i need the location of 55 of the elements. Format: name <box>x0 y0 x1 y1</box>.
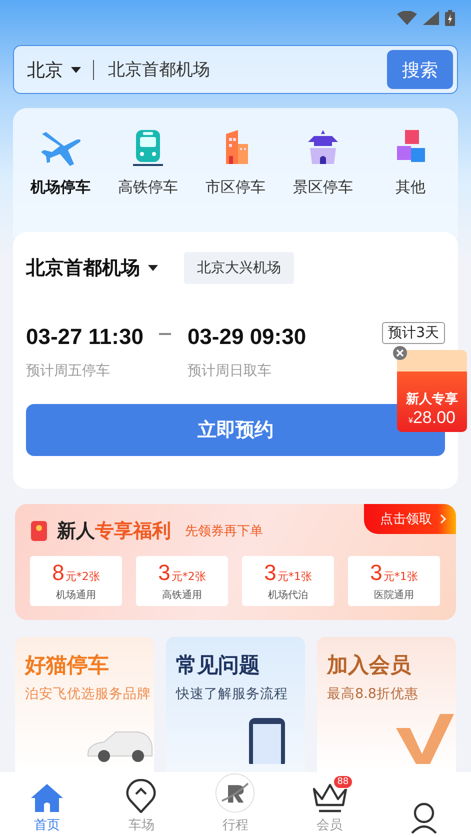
count-badge: 88 <box>333 775 353 789</box>
person-icon <box>408 802 439 834</box>
battery-icon <box>445 10 455 26</box>
park-time[interactable]: 03-27 11:30 <box>26 324 144 350</box>
coupon-value: 3 元*1张 <box>264 560 312 586</box>
caret-icon <box>148 265 158 271</box>
nav-tab[interactable]: 首页 <box>12 777 82 834</box>
search-field[interactable]: 北京首都机场 <box>106 58 379 80</box>
welfare-subtitle: 先领券再下单 <box>185 523 263 540</box>
coupon-scope: 医院通用 <box>374 588 414 602</box>
coupon-scope: 高铁通用 <box>162 588 202 602</box>
location-pin-icon <box>126 779 156 813</box>
dropdown-caret-icon <box>71 66 81 72</box>
coupon-scope: 机场代泊 <box>268 588 308 602</box>
chevron-right-icon <box>440 514 446 524</box>
coupon-value: 3 元*1张 <box>370 560 418 586</box>
card-subtitle: 最高8.8折优惠 <box>327 685 420 703</box>
airport-option[interactable]: 北京大兴机场 <box>184 252 294 284</box>
category-tab[interactable]: 机场停车 <box>18 128 103 197</box>
park-hint: 预计周五停车 <box>26 362 111 380</box>
dash-line <box>159 333 172 334</box>
coupon-value: 8 元*2张 <box>52 560 100 586</box>
coupon-card[interactable]: 8 元*2张 机场通用 <box>30 556 122 606</box>
category-tab[interactable]: 市区停车 <box>193 128 278 197</box>
coupon-card[interactable]: 3 元*1张 机场代泊 <box>242 556 334 606</box>
home-icon <box>30 783 64 813</box>
airport-selector[interactable]: 北京首都机场 <box>26 255 158 281</box>
promo-card[interactable]: 常见问题 快速了解服务流程 <box>166 637 305 772</box>
coupon-card[interactable]: 3 元*1张 医院通用 <box>348 556 440 606</box>
search-button[interactable]: 搜索 <box>387 50 453 89</box>
coupon-card[interactable]: 3 元*2张 高铁通用 <box>136 556 228 606</box>
coupon-value: 3 元*2张 <box>158 560 206 586</box>
coupon-scope: 机场通用 <box>56 588 96 602</box>
wifi-icon <box>397 11 417 25</box>
city-selector[interactable]: 北京 <box>27 58 63 82</box>
category-tab[interactable]: 景区停车 <box>280 128 365 197</box>
category-tab[interactable]: 其他 <box>368 128 452 197</box>
signal-icon <box>423 11 439 25</box>
welfare-title: 新人专享福利 <box>57 519 171 544</box>
card-title: 加入会员 <box>327 652 412 679</box>
card-subtitle: 泊安飞优选服务品牌 <box>25 685 152 703</box>
duration-tag: 预计3天 <box>382 322 445 344</box>
claim-button[interactable]: 点击领取 <box>364 504 456 534</box>
close-icon[interactable] <box>393 346 407 360</box>
card-title: 好猫停车 <box>25 652 110 679</box>
pickup-time[interactable]: 03-29 09:30 <box>187 324 306 350</box>
pickup-hint: 预计周日取车 <box>187 362 272 380</box>
nav-tab[interactable]: 会员 88 <box>294 775 365 834</box>
v-shape-drawing <box>396 714 456 764</box>
card-subtitle: 快速了解服务流程 <box>176 685 289 703</box>
envelope-icon <box>31 521 47 541</box>
promo-card[interactable]: 加入会员 最高8.8折优惠 <box>317 637 456 772</box>
card-title: 常见问题 <box>176 652 261 679</box>
search-bar[interactable]: 北京 北京首都机场 搜索 <box>13 45 458 94</box>
category-tab[interactable]: 高铁停车 <box>106 128 190 197</box>
